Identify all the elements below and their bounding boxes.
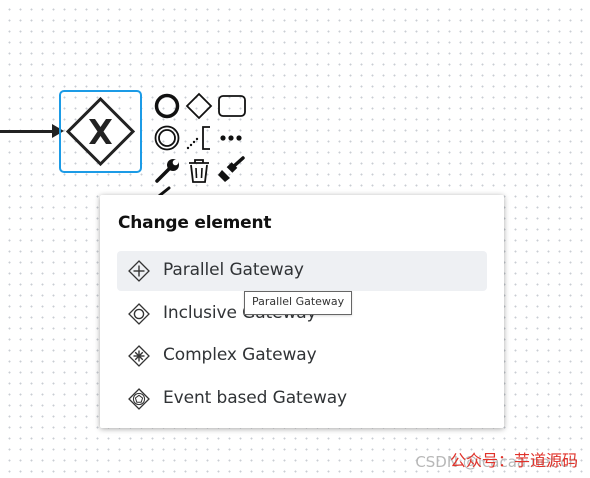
append-end-event-icon[interactable] <box>153 92 183 120</box>
wrench-icon[interactable] <box>153 156 183 184</box>
sequence-flow[interactable] <box>0 130 58 133</box>
popup-item-label: Complex Gateway <box>163 345 317 365</box>
color-brush-icon[interactable] <box>216 156 246 184</box>
parallel-gateway-icon <box>128 260 150 282</box>
tooltip: Parallel Gateway <box>244 291 353 315</box>
popup-item-parallel-gateway[interactable]: Parallel Gateway <box>117 251 487 291</box>
popup-item-label: Event based Gateway <box>163 388 348 408</box>
watermark: CSDN @icacaa.net.cn 公众号：芋道源码 <box>415 447 578 471</box>
popup-item-label: Parallel Gateway <box>163 260 304 280</box>
more-options-icon[interactable] <box>216 124 246 152</box>
complex-gateway-icon <box>128 345 150 367</box>
popup-item-complex-gateway[interactable]: Complex Gateway <box>117 336 487 376</box>
exclusive-gateway-selected[interactable] <box>59 90 142 173</box>
watermark-wechat: 公众号：芋道源码 <box>449 451 578 470</box>
append-intermediate-event-icon[interactable] <box>153 124 183 152</box>
event-based-gateway-icon <box>128 388 150 410</box>
inclusive-gateway-icon <box>128 303 150 325</box>
popup-title: Change element <box>118 213 272 233</box>
text-annotation-icon[interactable] <box>184 124 214 152</box>
popup-item-event-based-gateway[interactable]: Event based Gateway <box>117 379 487 419</box>
trash-icon[interactable] <box>184 156 214 184</box>
append-task-icon[interactable] <box>216 92 246 120</box>
diagram-canvas[interactable]: Change element Parallel Gateway Inclusiv… <box>0 0 590 478</box>
append-gateway-icon[interactable] <box>184 92 214 120</box>
exclusive-gateway-icon <box>65 96 136 167</box>
